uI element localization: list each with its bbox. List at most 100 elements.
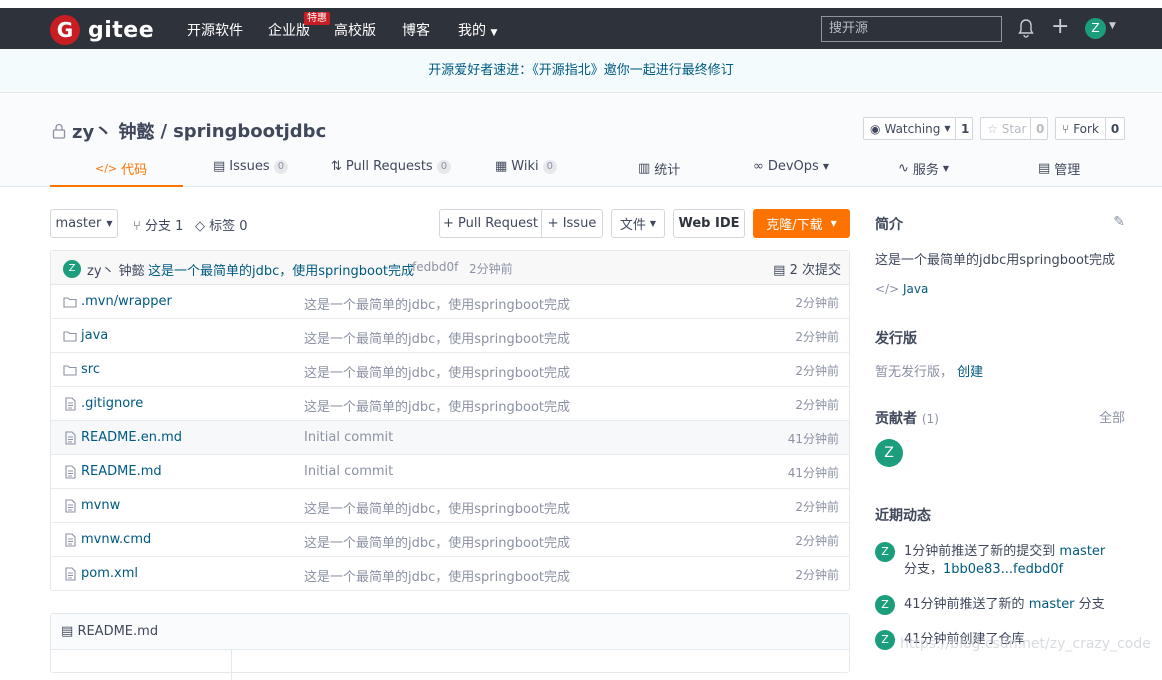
file-name-link[interactable]: mvnw xyxy=(63,498,120,513)
branches-link[interactable]: ⑂ 分支 1 xyxy=(133,215,183,234)
file-menu-button[interactable]: 文件 ▼ xyxy=(611,209,665,238)
file-icon: ▤ xyxy=(61,624,74,639)
fork-button[interactable]: ⑂ Fork 0 xyxy=(1055,117,1125,140)
commit-count-link[interactable]: ▤ 2 次提交 xyxy=(773,259,841,278)
table-row[interactable]: mvnw 这是一个最简单的jdbc，使用springboot完成 2分钟前 xyxy=(51,489,849,523)
file-name-link[interactable]: README.en.md xyxy=(63,430,182,445)
commit-message[interactable]: 这是一个最简单的jdbc，使用springboot完成 xyxy=(148,260,414,279)
tab-manage[interactable]: ▤ 管理 xyxy=(1038,159,1080,178)
new-issue-button[interactable]: + Issue xyxy=(541,209,603,238)
watch-count: 1 xyxy=(961,121,970,136)
chevron-down-icon[interactable]: ▼ xyxy=(1109,21,1116,31)
nav-education[interactable]: 高校版 xyxy=(334,20,376,40)
file-commit-message[interactable]: 这是一个最简单的jdbc，使用springboot完成 xyxy=(304,498,570,517)
file-name: pom.xml xyxy=(81,566,138,581)
tab-label: 服务 xyxy=(912,163,939,178)
file-name: README.en.md xyxy=(81,430,182,445)
file-name: mvnw.cmd xyxy=(81,532,152,547)
tab-pull-requests[interactable]: ⇅ Pull Requests 0 xyxy=(331,159,452,174)
contributors-all-link[interactable]: 全部 xyxy=(1099,407,1125,426)
tab-services[interactable]: ∿ 服务 ▼ xyxy=(898,159,949,178)
notice-banner[interactable]: 开源爱好者速进：《开源指北》邀你一起进行最终修订 xyxy=(0,49,1162,93)
file-commit-message[interactable]: 这是一个最简单的jdbc，使用springboot完成 xyxy=(304,532,570,551)
release-info: 暂无发行版， 创建 xyxy=(875,361,983,380)
watch-button[interactable]: ◉ Watching ▼ 1 xyxy=(863,117,973,140)
add-icon[interactable]: + xyxy=(1051,16,1069,38)
table-row[interactable]: java 这是一个最简单的jdbc，使用springboot完成 2分钟前 xyxy=(51,319,849,353)
activity-range-link[interactable]: 1bb0e83...fedbd0f xyxy=(943,562,1063,577)
search-input[interactable]: 搜开源 xyxy=(821,16,1002,42)
commit-avatar[interactable]: Z xyxy=(63,260,81,278)
file-name-link[interactable]: mvnw.cmd xyxy=(63,532,151,547)
file-commit-message[interactable]: 这是一个最简单的jdbc，使用springboot完成 xyxy=(304,566,570,585)
activity-branch-link[interactable]: master xyxy=(1059,544,1105,559)
contributors-title: 贡献者 (1) xyxy=(875,408,939,428)
table-row[interactable]: src 这是一个最简单的jdbc，使用springboot完成 2分钟前 xyxy=(51,353,849,387)
tags-link[interactable]: ◇ 标签 0 xyxy=(195,215,248,234)
repo-owner[interactable]: zy丶 钟懿 xyxy=(72,118,154,144)
intro-title: 简介 xyxy=(875,217,903,233)
tab-label: 管理 xyxy=(1054,163,1081,178)
contributor-avatar[interactable]: Z xyxy=(875,439,903,467)
table-row[interactable]: mvnw.cmd 这是一个最简单的jdbc，使用springboot完成 2分钟前 xyxy=(51,523,849,557)
new-pull-request-button[interactable]: + Pull Request xyxy=(439,209,542,238)
file-commit-message[interactable]: 这是一个最简单的jdbc，使用springboot完成 xyxy=(304,294,570,313)
fork-count: 0 xyxy=(1110,121,1120,136)
nav-open-source[interactable]: 开源软件 xyxy=(187,20,243,40)
tab-wiki[interactable]: ▦ Wiki 0 xyxy=(495,159,557,174)
star-button[interactable]: ☆ Star 0 xyxy=(980,117,1048,140)
file-icon xyxy=(63,396,81,411)
file-name-link[interactable]: README.md xyxy=(63,464,162,479)
file-name-link[interactable]: .mvn/wrapper xyxy=(63,294,172,309)
nav-mine[interactable]: 我的 ▼ xyxy=(458,20,497,40)
bell-icon[interactable] xyxy=(1018,18,1034,38)
user-avatar[interactable]: Z xyxy=(1085,18,1106,39)
tab-count: 0 xyxy=(436,159,452,174)
file-icon xyxy=(63,566,81,581)
readme-divider xyxy=(231,650,232,680)
table-row[interactable]: .mvn/wrapper 这是一个最简单的jdbc，使用springboot完成 2… xyxy=(51,285,849,319)
file-commit-message[interactable]: 这是一个最简单的jdbc，使用springboot完成 xyxy=(304,362,570,381)
activity-branch-link[interactable]: master xyxy=(1029,597,1075,612)
activity-avatar[interactable]: Z xyxy=(875,595,895,615)
file-commit-message[interactable]: Initial commit xyxy=(304,430,393,445)
file-commit-message[interactable]: Initial commit xyxy=(304,464,393,479)
table-row[interactable]: pom.xml 这是一个最简单的jdbc，使用springboot完成 2分钟前 xyxy=(51,557,849,591)
commit-hash[interactable]: fedbd0f xyxy=(412,260,458,274)
tab-code[interactable]: </> 代码 xyxy=(95,159,147,178)
file-commit-message[interactable]: 这是一个最简单的jdbc，使用springboot完成 xyxy=(304,396,570,415)
tab-label: Issues xyxy=(229,159,270,174)
notice-text[interactable]: 开源爱好者速进：《开源指北》邀你一起进行最终修订 xyxy=(428,63,734,78)
clone-download-button[interactable]: 克隆/下载 ▼ xyxy=(753,209,850,238)
file-name-link[interactable]: src xyxy=(63,362,100,377)
chevron-down-icon: ▼ xyxy=(942,164,950,173)
tab-issues[interactable]: ▤ Issues 0 xyxy=(213,159,289,174)
branch-select[interactable]: master ▼ xyxy=(50,209,118,238)
table-row[interactable]: README.en.md Initial commit 41分钟前 xyxy=(51,421,849,455)
language-tag[interactable]: </> Java xyxy=(875,282,928,296)
create-release-link[interactable]: 创建 xyxy=(957,365,983,380)
file-name-link[interactable]: pom.xml xyxy=(63,566,138,581)
commit-author[interactable]: zy丶 钟懿 xyxy=(87,260,145,279)
table-row[interactable]: README.md Initial commit 41分钟前 xyxy=(51,455,849,489)
chevron-down-icon: ▼ xyxy=(490,28,498,38)
file-name-link[interactable]: .gitignore xyxy=(63,396,143,411)
activity-item: Z 41分钟前推送了新的 master 分支 xyxy=(875,595,1125,617)
edit-icon[interactable]: ✎ xyxy=(1113,214,1125,230)
file-icon xyxy=(63,430,81,445)
file-time: 2分钟前 xyxy=(795,364,839,378)
tab-stats[interactable]: ▥ 统计 xyxy=(638,159,680,178)
web-ide-button[interactable]: Web IDE xyxy=(673,209,745,238)
repo-name[interactable]: springbootjdbc xyxy=(173,121,326,142)
repo-header: zy丶 钟懿 / springbootjdbc ◉ Watching ▼ 1 ☆ St… xyxy=(0,94,1162,187)
file-commit-message[interactable]: 这是一个最简单的jdbc，使用springboot完成 xyxy=(304,328,570,347)
file-name-link[interactable]: java xyxy=(63,328,108,343)
activity-pre: 1分钟前推送了新的提交到 xyxy=(904,544,1056,559)
gitee-logo[interactable]: G gitee xyxy=(50,15,154,45)
table-row[interactable]: .gitignore 这是一个最简单的jdbc，使用springboot完成 2分钟… xyxy=(51,387,849,421)
lock-icon xyxy=(52,123,66,139)
activity-avatar[interactable]: Z xyxy=(875,630,895,650)
activity-avatar[interactable]: Z xyxy=(875,542,895,562)
tab-devops[interactable]: ∞ DevOps ▼ xyxy=(753,159,829,174)
nav-blog[interactable]: 博客 xyxy=(402,20,430,40)
